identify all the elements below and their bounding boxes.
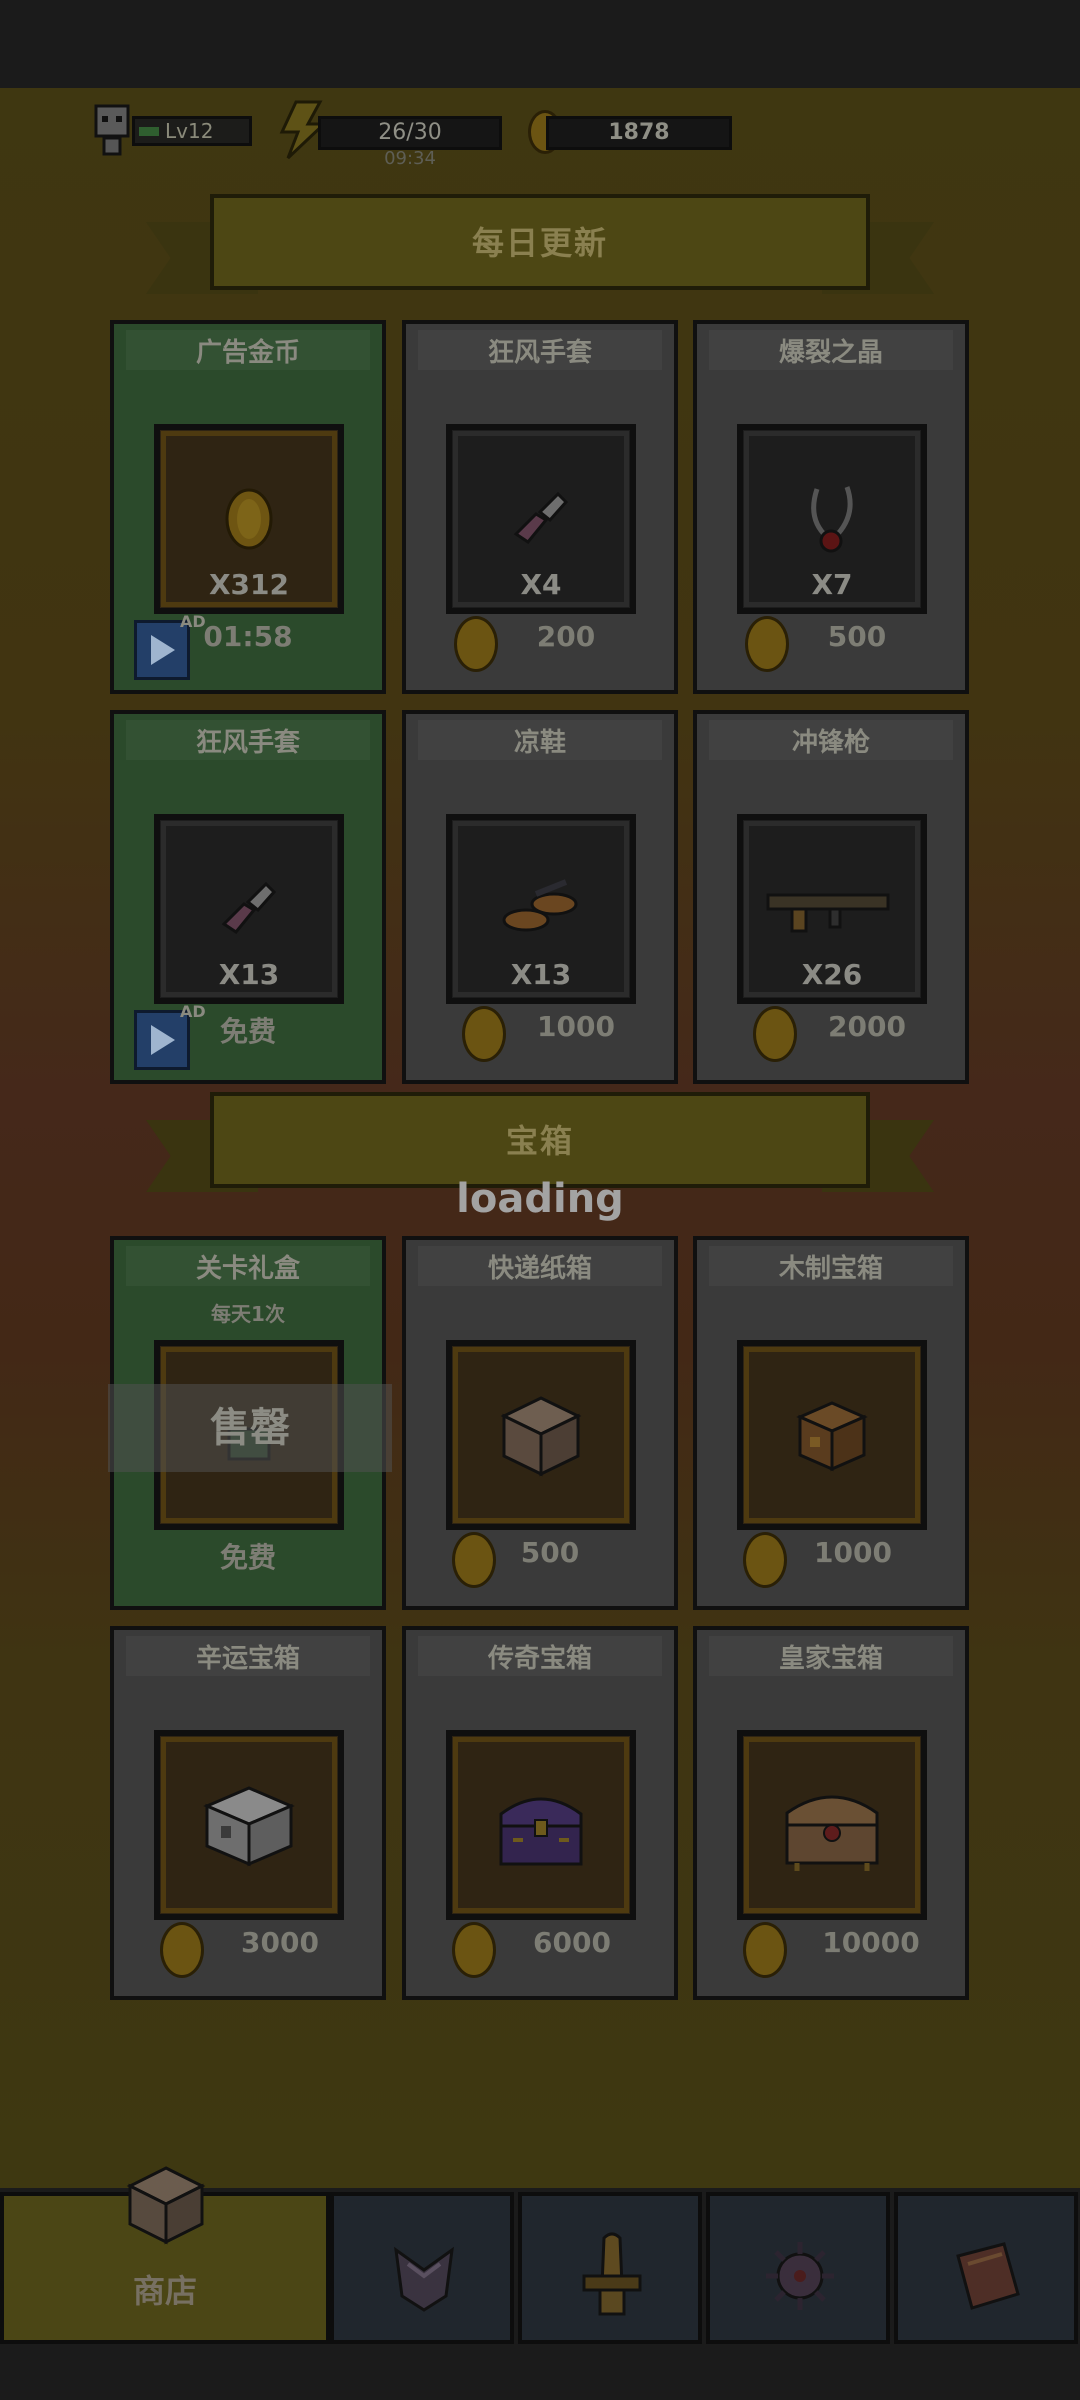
card-title: 皇家宝箱 (778, 1644, 883, 1674)
card-title: 广告金币 (195, 338, 300, 368)
item-slot (446, 1730, 636, 1920)
bullet-icon (582, 2232, 642, 2316)
wooden-chest-icon (796, 1401, 868, 1472)
item-quantity: X13 (510, 958, 572, 991)
cardboard-box-icon (500, 1396, 582, 1477)
item-quantity: X26 (801, 958, 863, 991)
item-price: 3000 (241, 1926, 319, 1959)
shop-card-wooden-chest[interactable]: 木制宝箱 1000 (693, 1236, 969, 1610)
item-slot (446, 1340, 636, 1530)
section-title-chests: 宝箱 (505, 1122, 574, 1160)
card-title: 快递纸箱 (487, 1254, 592, 1284)
gold-counter: 1878 (546, 116, 732, 150)
card-title: 爆裂之晶 (778, 338, 883, 368)
item-price: 免费 (219, 1541, 276, 1574)
card-title: 辛运宝箱 (195, 1644, 300, 1674)
player-level: Lv12 (132, 116, 252, 146)
card-title: 凉鞋 (513, 728, 566, 758)
card-subtitle: 每天1次 (211, 1302, 285, 1326)
shop-card-sandals[interactable]: 凉鞋 X13 1000 (402, 710, 678, 1084)
gloves-icon (221, 881, 277, 935)
shop-box-icon (126, 2166, 206, 2245)
item-quantity: X4 (520, 568, 562, 601)
item-slot (737, 1730, 927, 1920)
shop-card-level-gift[interactable]: 关卡礼盒 每天1次 售罄 免费 (108, 1236, 392, 1610)
shop-card-smg[interactable]: 冲锋枪 X26 2000 (693, 710, 969, 1084)
coin-icon (225, 488, 273, 550)
card-title: 关卡礼盒 (195, 1254, 300, 1284)
royal-chest-icon (785, 1795, 879, 1871)
sandals-icon (502, 879, 578, 932)
shop-card-royal-chest[interactable]: 皇家宝箱 10000 (693, 1626, 969, 2000)
sold-out-overlay: 售罄 (108, 1384, 392, 1472)
armor-icon (394, 2246, 454, 2312)
item-price: 500 (520, 1536, 580, 1569)
nav-shop-label: 商店 (132, 2272, 197, 2310)
item-slot (154, 1730, 344, 1920)
item-slot (737, 1340, 927, 1530)
item-price: 6000 (533, 1926, 611, 1959)
shop-card-cardboard-box[interactable]: 快递纸箱 500 (402, 1236, 678, 1610)
legendary-chest-icon (499, 1797, 583, 1866)
nav-tab-ammo[interactable] (518, 2192, 702, 2344)
shop-card-lucky-chest[interactable]: 辛运宝箱 3000 (110, 1626, 386, 2000)
energy-timer: 09:34 (384, 148, 436, 169)
item-price: 500 (827, 620, 887, 653)
smg-icon (766, 893, 890, 933)
daily-ribbon: 每日更新 (146, 178, 934, 326)
level-progress-bar (139, 127, 159, 136)
crystal-necklace-icon (811, 486, 853, 553)
item-quantity: X312 (208, 568, 290, 601)
card-title: 冲锋枪 (791, 728, 870, 758)
gloves-icon (513, 491, 569, 545)
item-quantity: X13 (218, 958, 280, 991)
card-title: 狂风手套 (195, 728, 300, 758)
nav-tab-equipment[interactable] (330, 2192, 514, 2344)
card-title: 狂风手套 (487, 338, 592, 368)
spiked-bomb-icon (766, 2242, 834, 2310)
status-bar (0, 0, 1080, 88)
shop-card-ad-coins[interactable]: 广告金币 X312 AD 01:58 (110, 320, 386, 694)
item-price: 1000 (814, 1536, 892, 1569)
shop-card-gale-gloves[interactable]: 狂风手套 X4 200 (402, 320, 678, 694)
item-quantity: X7 (811, 568, 853, 601)
card-title: 木制宝箱 (778, 1254, 883, 1284)
shop-card-legendary-chest[interactable]: 传奇宝箱 6000 (402, 1626, 678, 2000)
item-price: 免费 (219, 1015, 276, 1048)
nav-tab-book[interactable] (894, 2192, 1078, 2344)
book-icon (956, 2242, 1020, 2310)
shop-card-burst-crystal[interactable]: 爆裂之晶 X7 500 (693, 320, 969, 694)
card-title: 传奇宝箱 (487, 1644, 592, 1674)
item-price: 10000 (822, 1926, 920, 1959)
level-label: Lv12 (165, 119, 214, 143)
loading-indicator: loading (456, 1176, 624, 1222)
energy-counter: 26/30 (318, 116, 502, 150)
item-price: 2000 (828, 1010, 906, 1043)
section-title-daily: 每日更新 (471, 224, 608, 262)
nav-tab-bomb[interactable] (706, 2192, 890, 2344)
item-price: 200 (536, 620, 596, 653)
player-avatar-icon[interactable] (90, 104, 134, 156)
ad-cooldown-timer: 01:58 (203, 620, 293, 653)
shop-card-gale-gloves-ad[interactable]: 狂风手套 X13 AD 免费 (110, 710, 386, 1084)
item-price: 1000 (537, 1010, 615, 1043)
silver-chest-icon (203, 1786, 295, 1867)
